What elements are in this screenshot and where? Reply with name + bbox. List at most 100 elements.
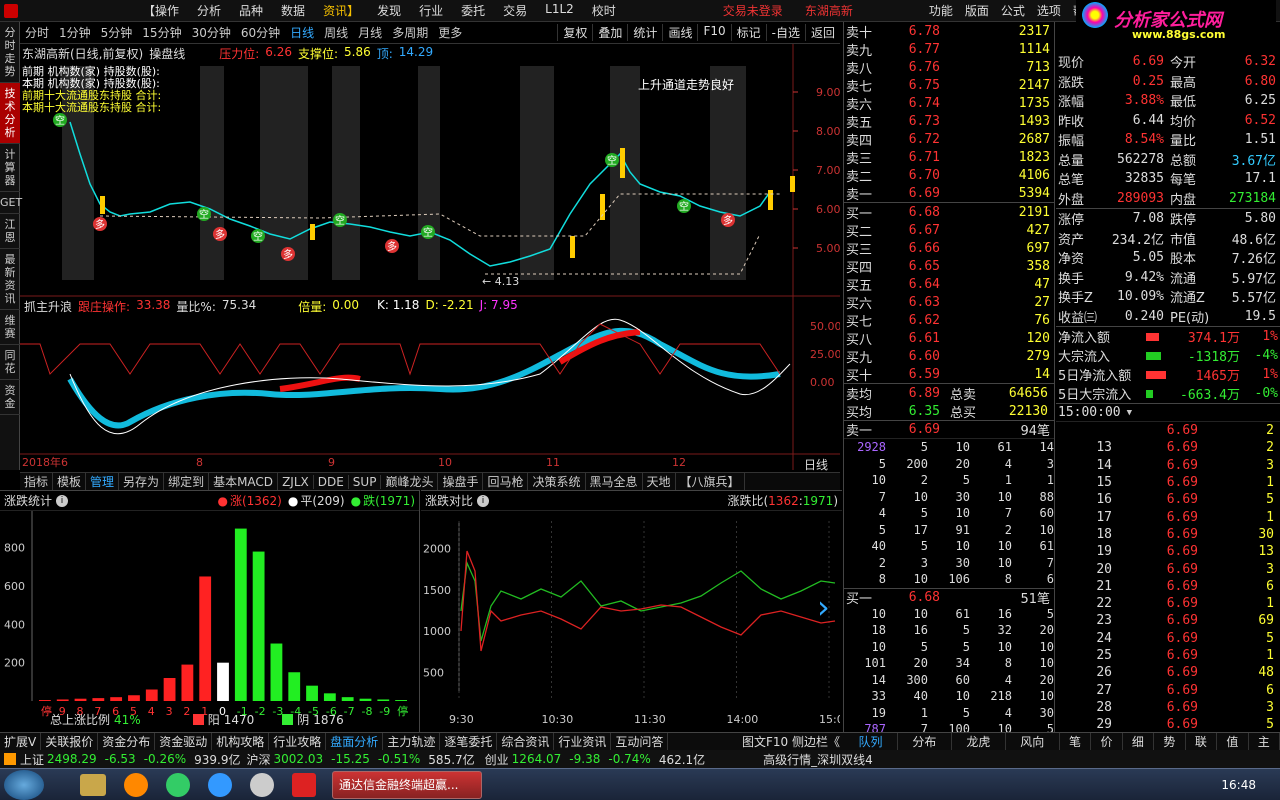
indicator-tab[interactable]: 另存为 [119,473,165,490]
next-arrow-icon[interactable]: › [817,591,830,623]
ask-row[interactable]: 卖六 6.74 1735 [844,94,1054,113]
indicator-tab[interactable]: ZJLX [278,474,314,489]
quote-tab[interactable]: 龙虎 [952,733,1006,750]
indicator-tab[interactable]: 模板 [53,473,87,490]
menu-item[interactable]: 品种 [230,2,272,19]
footer-tab[interactable]: 资金驱动 [155,733,213,750]
menu-item[interactable]: 资讯】 [314,2,368,19]
period-tab[interactable]: 日线 [285,24,319,41]
period-tab[interactable]: 周线 [319,24,353,41]
hs-label[interactable]: 沪深 [247,751,271,768]
quote-tab[interactable]: 联 [1186,733,1218,750]
bid-row[interactable]: 买四 6.65 358 [844,257,1054,276]
period-tab[interactable]: 多周期 [387,24,433,41]
left-tab[interactable]: 分时走势 [0,22,20,83]
left-tab[interactable]: 维赛 [0,310,20,345]
period-tab[interactable]: 分时 [20,24,54,41]
indicator-tab[interactable]: 绑定到 [164,473,210,490]
toolbar-button[interactable]: 复权 [557,24,592,41]
footer-tab[interactable]: 盘面分析 [326,733,384,750]
clock[interactable]: 16:48 [1221,778,1256,792]
footer-tab[interactable]: 综合资讯 [497,733,555,750]
quote-tab[interactable]: 风向 [1006,733,1060,750]
menu-item[interactable]: 行业 [410,2,452,19]
footer-tab[interactable]: 关联报价 [41,733,99,750]
indicator-tab[interactable]: 基本MACD [209,473,279,490]
indicator-name[interactable]: 操盘线 [149,45,185,62]
toolbar-button[interactable]: 统计 [627,24,662,41]
indicator-tab[interactable]: 指标 [20,473,54,490]
indicator-tab[interactable]: 回马枪 [483,473,529,490]
bid-row[interactable]: 买九 6.60 279 [844,347,1054,366]
menu-item[interactable]: 分析 [188,2,230,19]
sh-label[interactable]: 上证 [20,751,44,768]
indicator-tab[interactable]: SUP [349,474,382,489]
active-window-button[interactable]: 通达信金融终端超赢... [332,770,482,799]
qq-icon[interactable] [250,772,274,797]
period-tab[interactable]: 更多 [433,24,467,41]
toolbar-button[interactable]: F10 [697,24,730,41]
toolbar-button[interactable]: 返回 [804,24,840,41]
footer-tab[interactable]: 主力轨迹 [383,733,441,750]
bid-row[interactable]: 买六 6.63 27 [844,293,1054,312]
quote-tab[interactable]: 分布 [898,733,952,750]
ticks-dropdown-icon[interactable]: ▼ [1127,408,1132,418]
footer-tab[interactable]: 扩展V [0,733,42,750]
bid-row[interactable]: 买一 6.68 2191 [844,203,1054,222]
indicator-tab[interactable]: 【八旗兵】 [676,473,745,490]
ask-row[interactable]: 卖二 6.70 4106 [844,166,1054,185]
left-tab[interactable]: 江恩 [0,214,20,249]
ask-row[interactable]: 卖五 6.73 1493 [844,112,1054,131]
period-tab[interactable]: 60分钟 [236,24,285,41]
quote-tab[interactable]: 细 [1123,733,1155,750]
toolbar-button[interactable]: 画线 [662,24,697,41]
bid-row[interactable]: 买八 6.61 120 [844,329,1054,348]
ask-row[interactable]: 卖九 6.77 1114 [844,40,1054,59]
period-tab[interactable]: 1分钟 [54,24,96,41]
bid-row[interactable]: 买二 6.67 427 [844,221,1054,240]
quote-tab[interactable]: 势 [1154,733,1186,750]
info-icon[interactable]: i [477,494,490,507]
menu-item[interactable]: 校时 [583,2,625,19]
footer-tab[interactable]: 资金分布 [98,733,156,750]
toolbar-button[interactable]: 叠加 [592,24,627,41]
quote-tab[interactable]: 主 [1249,733,1280,750]
ask-row[interactable]: 卖七 6.75 2147 [844,76,1054,95]
footer-tab[interactable]: 机构攻略 [212,733,270,750]
indicator-tab[interactable]: 管理 [86,473,120,490]
indicator-tab[interactable]: DDE [314,474,349,489]
info-icon[interactable]: i [56,494,69,507]
cy-label[interactable]: 创业 [485,751,509,768]
footer-tab[interactable]: 互动问答 [611,733,669,750]
media-icon[interactable] [124,772,148,797]
left-tab[interactable]: 资金 [0,380,20,415]
period-tab[interactable]: 月线 [353,24,387,41]
kline-chart-area[interactable]: 9.00 8.00 7.00 6.00 5.00 50.00 25.00 0.00 2018年6… [20,44,842,472]
menu-item[interactable]: 交易 [494,2,536,19]
bid-row[interactable]: 买十 6.59 14 [844,365,1054,384]
browser-icon[interactable] [166,772,190,797]
quote-tab[interactable]: 笔 [1060,733,1092,750]
ask-row[interactable]: 卖八 6.76 713 [844,58,1054,77]
toolbar-button[interactable]: -自选 [765,24,805,41]
period-tab[interactable]: 5分钟 [96,24,138,41]
chart-app-icon[interactable] [292,772,316,797]
left-tab[interactable]: 计算器 [0,144,20,192]
period-tab[interactable]: 30分钟 [187,24,236,41]
sub-indicator-name[interactable]: 抓主升浪 [24,298,72,315]
indicator-tab[interactable]: 天地 [643,473,676,490]
menu-item[interactable]: 版面 [959,2,995,19]
menu-item[interactable]: 【操作 [134,2,188,19]
footer-tab[interactable]: 行业攻略 [269,733,327,750]
left-tab[interactable]: 同花 [0,345,20,380]
indicator-tab[interactable]: 黑马全息 [586,473,643,490]
footer-tab[interactable]: 行业资讯 [554,733,612,750]
menu-item[interactable]: 选项 [1031,2,1067,19]
quote-tab[interactable]: 价 [1091,733,1123,750]
bid-row[interactable]: 买三 6.66 697 [844,239,1054,258]
footer-tab[interactable]: 逐笔委托 [440,733,498,750]
ask-row[interactable]: 卖一 6.69 5394 [844,184,1054,203]
menu-item[interactable]: 发现 [368,2,410,19]
left-tab[interactable]: 技术分析 [0,83,20,144]
indicator-tab[interactable]: 巅峰龙头 [381,473,439,490]
